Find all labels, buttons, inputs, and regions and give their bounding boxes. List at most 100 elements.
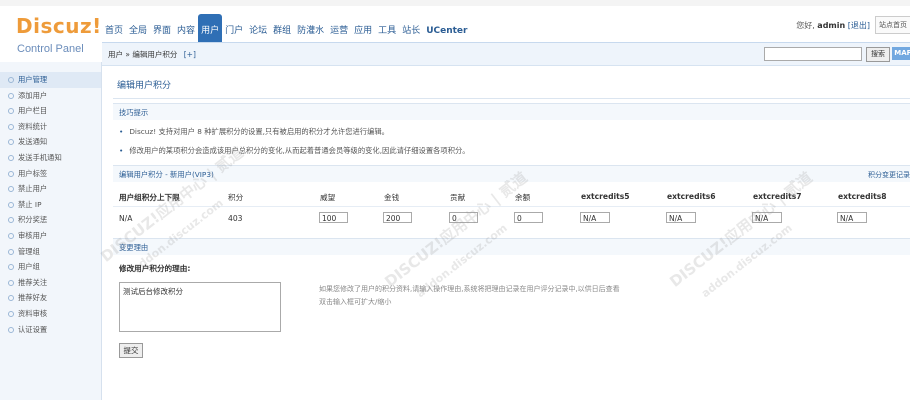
nav-users[interactable]: 用户 bbox=[198, 14, 223, 44]
greeting: 您好, bbox=[796, 21, 815, 30]
ext7-input[interactable]: N/A bbox=[752, 212, 782, 223]
top-navigation-bar: 首页 全局 界面 内容 用户 门户 论坛 群组 防灌水 运营 应用 工具 站长 … bbox=[102, 6, 910, 44]
nav-portal[interactable]: 门户 bbox=[222, 20, 246, 44]
search-input[interactable] bbox=[764, 47, 862, 61]
map-button[interactable]: MAP bbox=[892, 47, 910, 60]
sidebar-item-send-sms[interactable]: 发送手机通知 bbox=[0, 150, 101, 166]
col-balance: 余额 bbox=[515, 193, 531, 202]
nav-global[interactable]: 全局 bbox=[126, 20, 150, 44]
bullet-icon bbox=[8, 310, 14, 317]
nav-group[interactable]: 群组 bbox=[270, 20, 294, 44]
add-shortcut-link[interactable]: [+] bbox=[184, 50, 196, 59]
logo-subtitle: Control Panel bbox=[17, 43, 84, 55]
sidebar-item-profile-stats[interactable]: 资料统计 bbox=[0, 119, 101, 135]
logout-link[interactable]: [退出] bbox=[848, 21, 870, 30]
breadcrumb-bar: 用户 » 编辑用户积分 [+] 搜索 MAP bbox=[102, 42, 910, 66]
bullet-icon bbox=[8, 77, 14, 83]
main-nav: 首页 全局 界面 内容 用户 门户 论坛 群组 防灌水 运营 应用 工具 站长 … bbox=[102, 14, 470, 44]
page-title: 编辑用户积分 bbox=[117, 81, 172, 91]
tip-item: • Discuz! 支持对用户 8 种扩展积分的设置,只有被启用的积分才允许您进行… bbox=[119, 127, 389, 136]
contribution-input[interactable]: 0 bbox=[449, 212, 478, 223]
bullet-icon bbox=[8, 217, 14, 224]
sidebar-item-credit-rewards[interactable]: 积分奖惩 bbox=[0, 212, 101, 228]
bullet-icon: • bbox=[119, 146, 124, 155]
bullet-icon bbox=[8, 264, 14, 271]
nav-tools[interactable]: 工具 bbox=[375, 20, 399, 44]
bullet-icon bbox=[8, 139, 14, 146]
sidebar-item-ban-ip[interactable]: 禁止 IP bbox=[0, 197, 101, 213]
logo[interactable]: Discuz! Control Panel bbox=[0, 6, 102, 62]
bullet-icon bbox=[8, 123, 14, 130]
sidebar-item-audit-users[interactable]: 审核用户 bbox=[0, 228, 101, 244]
sidebar-item-admin-groups[interactable]: 管理组 bbox=[0, 244, 101, 260]
sidebar-item-verification[interactable]: 认证设置 bbox=[0, 322, 101, 338]
nav-operations[interactable]: 运营 bbox=[327, 20, 351, 44]
credits-section-header: 编辑用户积分 - 新用户(VIP3) 积分变更记录 bbox=[113, 165, 910, 182]
col-ext6: extcredits6 bbox=[667, 192, 716, 201]
watermark-url: addon.discuz.com bbox=[699, 221, 795, 301]
col-ext7: extcredits7 bbox=[753, 192, 802, 201]
tips-section-header: 技巧提示 bbox=[113, 103, 910, 120]
credit-log-link[interactable]: 积分变更记录 bbox=[868, 170, 910, 180]
bullet-icon bbox=[8, 201, 14, 208]
reason-header: 变更理由 bbox=[119, 243, 149, 252]
search-button[interactable]: 搜索 bbox=[866, 47, 890, 62]
sidebar-item-user-columns[interactable]: 用户栏目 bbox=[0, 103, 101, 119]
bullet-icon bbox=[8, 279, 14, 286]
nav-antispam[interactable]: 防灌水 bbox=[294, 20, 327, 44]
watermark: DISCUZ!应用中心 | 贰道 bbox=[666, 168, 816, 291]
col-range: 用户组积分上下限 bbox=[119, 193, 180, 202]
bullet-icon bbox=[8, 248, 14, 255]
reason-textarea[interactable]: 测试后台修改积分 bbox=[119, 282, 281, 332]
sidebar-item-user-tags[interactable]: 用户标签 bbox=[0, 166, 101, 182]
site-home-link[interactable]: 站点首页 bbox=[875, 16, 910, 34]
sidebar-item-ban-user[interactable]: 禁止用户 bbox=[0, 181, 101, 197]
username: admin bbox=[817, 21, 846, 30]
col-total: 积分 bbox=[228, 193, 244, 202]
sidebar-item-profile-review[interactable]: 资料审核 bbox=[0, 306, 101, 322]
title-divider bbox=[113, 98, 910, 99]
reason-hint: 如果您修改了用户的积分资料,请输入操作理由,系统将把理由记录在用户评分记录中,以… bbox=[319, 285, 620, 306]
sidebar-item-send-notice[interactable]: 发送通知 bbox=[0, 134, 101, 150]
sidebar-item-recommend-follow[interactable]: 推荐关注 bbox=[0, 275, 101, 291]
balance-input[interactable]: 0 bbox=[514, 212, 543, 223]
submit-button[interactable]: 提交 bbox=[119, 343, 143, 358]
ext8-input[interactable]: N/A bbox=[837, 212, 867, 223]
reason-section-header: 变更理由 bbox=[113, 238, 910, 255]
nav-interface[interactable]: 界面 bbox=[150, 20, 174, 44]
col-money: 金钱 bbox=[384, 193, 400, 202]
nav-forum[interactable]: 论坛 bbox=[246, 20, 270, 44]
prestige-input[interactable]: 100 bbox=[319, 212, 348, 223]
nav-ucenter[interactable]: UCenter bbox=[423, 20, 470, 44]
sidebar-item-user-groups[interactable]: 用户组 bbox=[0, 259, 101, 275]
reason-label: 修改用户积分的理由: bbox=[119, 264, 191, 273]
col-ext5: extcredits5 bbox=[581, 192, 630, 201]
ext5-input[interactable]: N/A bbox=[580, 212, 610, 223]
total-value: 403 bbox=[228, 214, 243, 223]
money-input[interactable]: 200 bbox=[383, 212, 412, 223]
nav-home[interactable]: 首页 bbox=[102, 20, 126, 44]
credits-header: 编辑用户积分 - 新用户(VIP3) bbox=[119, 170, 214, 179]
bullet-icon bbox=[8, 295, 14, 302]
bullet-icon bbox=[8, 326, 14, 333]
watermark: DISCUZ!应用中心 | 贰道 bbox=[381, 168, 531, 291]
header-divider bbox=[113, 206, 910, 207]
nav-webmaster[interactable]: 站长 bbox=[399, 20, 423, 44]
col-prestige: 威望 bbox=[320, 193, 336, 202]
sidebar: 用户管理 添加用户 用户栏目 资料统计 发送通知 发送手机通知 用户标签 禁止用… bbox=[0, 62, 102, 400]
sidebar-item-add-user[interactable]: 添加用户 bbox=[0, 88, 101, 104]
col-contribution: 贡献 bbox=[450, 193, 466, 202]
nav-apps[interactable]: 应用 bbox=[351, 20, 375, 44]
logo-brand: Discuz! bbox=[16, 14, 102, 38]
sidebar-item-recommend-friends[interactable]: 推荐好友 bbox=[0, 290, 101, 306]
nav-content[interactable]: 内容 bbox=[174, 20, 198, 44]
range-value: N/A bbox=[119, 214, 133, 223]
tip-item: • 修改用户的某项积分会造成该用户总积分的变化,从而起着普通会员等级的变化,因此请… bbox=[119, 146, 470, 155]
user-info: 您好, admin [退出] bbox=[796, 20, 870, 31]
bullet-icon bbox=[8, 154, 14, 161]
breadcrumb: 用户 » 编辑用户积分 [+] bbox=[108, 49, 196, 60]
breadcrumb-path[interactable]: 用户 » 编辑用户积分 bbox=[108, 50, 177, 59]
sidebar-item-user-management[interactable]: 用户管理 bbox=[0, 72, 101, 88]
ext6-input[interactable]: N/A bbox=[666, 212, 696, 223]
bullet-icon bbox=[8, 186, 14, 193]
